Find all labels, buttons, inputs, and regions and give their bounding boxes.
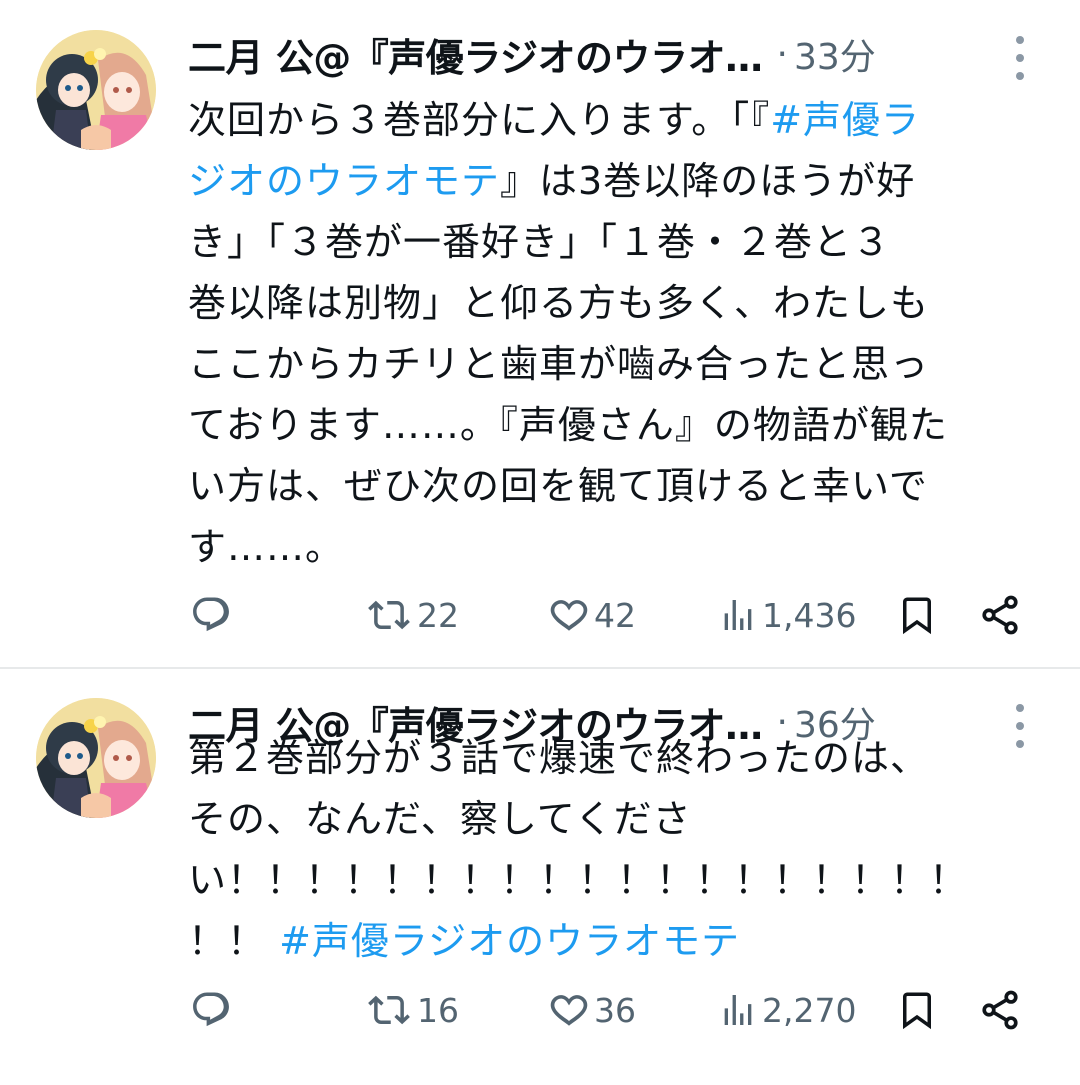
text-segment: き」「３巻が一番好き」「１巻・２巻と３ (188, 220, 892, 264)
text-line: い方は、ぜひ次の回を観て頂けると幸いで (188, 456, 1048, 517)
like-count: 36 (594, 990, 636, 1030)
text-segment: 次回から３巻部分に入ります。「『 (188, 98, 771, 142)
text-line: その、なんだ、察してくださ (188, 789, 1048, 850)
more-icon[interactable] (1006, 36, 1034, 80)
text-line: 巻以降は別物」と仰る方も多く、わたしも (188, 273, 1048, 334)
bookmark-button[interactable] (896, 585, 938, 645)
views-count: 1,436 (762, 595, 857, 635)
like-icon (550, 995, 588, 1026)
tweet-text: 第２巻部分が３話で爆速で終わったのは、 その、なんだ、察してください！！！！！！！… (188, 728, 1048, 972)
text-segment: い方は、ぜひ次の回を観て頂けると幸いで (188, 464, 928, 508)
text-segment: す……。 (188, 525, 345, 569)
hashtag-link[interactable]: #声優ラジオのウラオモテ (279, 919, 740, 963)
text-line: ております……。『声優さん』の物語が観た (188, 395, 1048, 456)
hashtag-link[interactable]: ジオのウラオモテ (188, 159, 500, 203)
text-segment: ております……。『声優さん』の物語が観た (188, 403, 948, 447)
text-segment: その、なんだ、察してくださ (188, 797, 692, 841)
bookmark-button[interactable] (896, 980, 938, 1040)
like-button[interactable]: 42 (548, 585, 636, 645)
like-button[interactable]: 36 (548, 980, 636, 1040)
avatar[interactable] (36, 30, 156, 150)
text-line: 第２巻部分が３話で爆速で終わったのは、 (188, 728, 1048, 789)
views-icon (724, 600, 752, 630)
text-line: き」「３巻が一番好き」「１巻・２巻と３ (188, 212, 1048, 273)
views-count: 2,270 (762, 990, 857, 1030)
text-line: ！！ #声優ラジオのウラオモテ (188, 911, 1048, 972)
tweet-text: 次回から３巻部分に入ります。「『#声優ラ ジオのウラオモテ』は3巻以降のほうが好き… (188, 90, 1048, 578)
text-line: 次回から３巻部分に入ります。「『#声優ラ (188, 90, 1048, 151)
views-button[interactable]: 1,436 (718, 585, 856, 645)
action-bar: 22 42 1,436 (0, 585, 1080, 645)
separator: · (776, 33, 788, 75)
retweet-button[interactable]: 22 (365, 585, 459, 645)
text-line: ここからカチリと歯車が嚙み合ったと思っ (188, 334, 1048, 395)
like-icon (550, 600, 588, 631)
action-bar: 16 36 2,270 (0, 980, 1080, 1040)
reply-icon (193, 597, 229, 632)
tweet-divider (0, 667, 1080, 669)
share-icon (982, 595, 1018, 635)
text-line: す……。 (188, 517, 1048, 578)
retweet-icon (368, 600, 410, 630)
like-count: 42 (594, 595, 636, 635)
share-button[interactable] (978, 585, 1022, 645)
text-segment: い！！！！！！！！！！！！！！！！！！！ (188, 858, 969, 902)
share-button[interactable] (978, 980, 1022, 1040)
bookmark-icon (903, 992, 931, 1030)
hashtag-link[interactable]: #声優ラ (770, 98, 920, 142)
bookmark-icon (903, 597, 931, 635)
reply-button[interactable] (190, 585, 236, 645)
tweet-header: 二月 公@『声優ラジオのウラオ… · 33分 (188, 28, 1008, 80)
retweet-count: 22 (417, 595, 459, 635)
text-line: ジオのウラオモテ』は3巻以降のほうが好 (188, 151, 1048, 212)
reply-icon (193, 992, 229, 1027)
tweet[interactable]: 二月 公@『声優ラジオのウラオ… · 36分 第２巻部分が３話で爆速で終わったの… (0, 668, 1080, 1085)
text-segment: 第２巻部分が３話で爆速で終わったのは、 (188, 736, 930, 780)
retweet-button[interactable]: 16 (365, 980, 459, 1040)
retweet-count: 16 (417, 990, 459, 1030)
share-icon (982, 990, 1018, 1030)
text-line: い！！！！！！！！！！！！！！！！！！！ (188, 850, 1048, 911)
reply-button[interactable] (190, 980, 236, 1040)
views-icon (724, 995, 752, 1025)
avatar[interactable] (36, 698, 156, 818)
author-name[interactable]: 二月 公@『声優ラジオのウラオ… (188, 27, 763, 82)
text-segment: ！！ (188, 919, 280, 963)
views-button[interactable]: 2,270 (718, 980, 856, 1040)
text-segment: ここからカチリと歯車が嚙み合ったと思っ (188, 342, 930, 386)
timestamp[interactable]: 33分 (794, 28, 876, 80)
text-segment: 巻以降は別物」と仰る方も多く、わたしも (188, 281, 930, 325)
text-segment: 』は3巻以降のほうが好 (500, 159, 916, 203)
retweet-icon (368, 995, 410, 1025)
tweet[interactable]: 二月 公@『声優ラジオのウラオ… · 33分 次回から３巻部分に入ります。「『#… (0, 0, 1080, 668)
